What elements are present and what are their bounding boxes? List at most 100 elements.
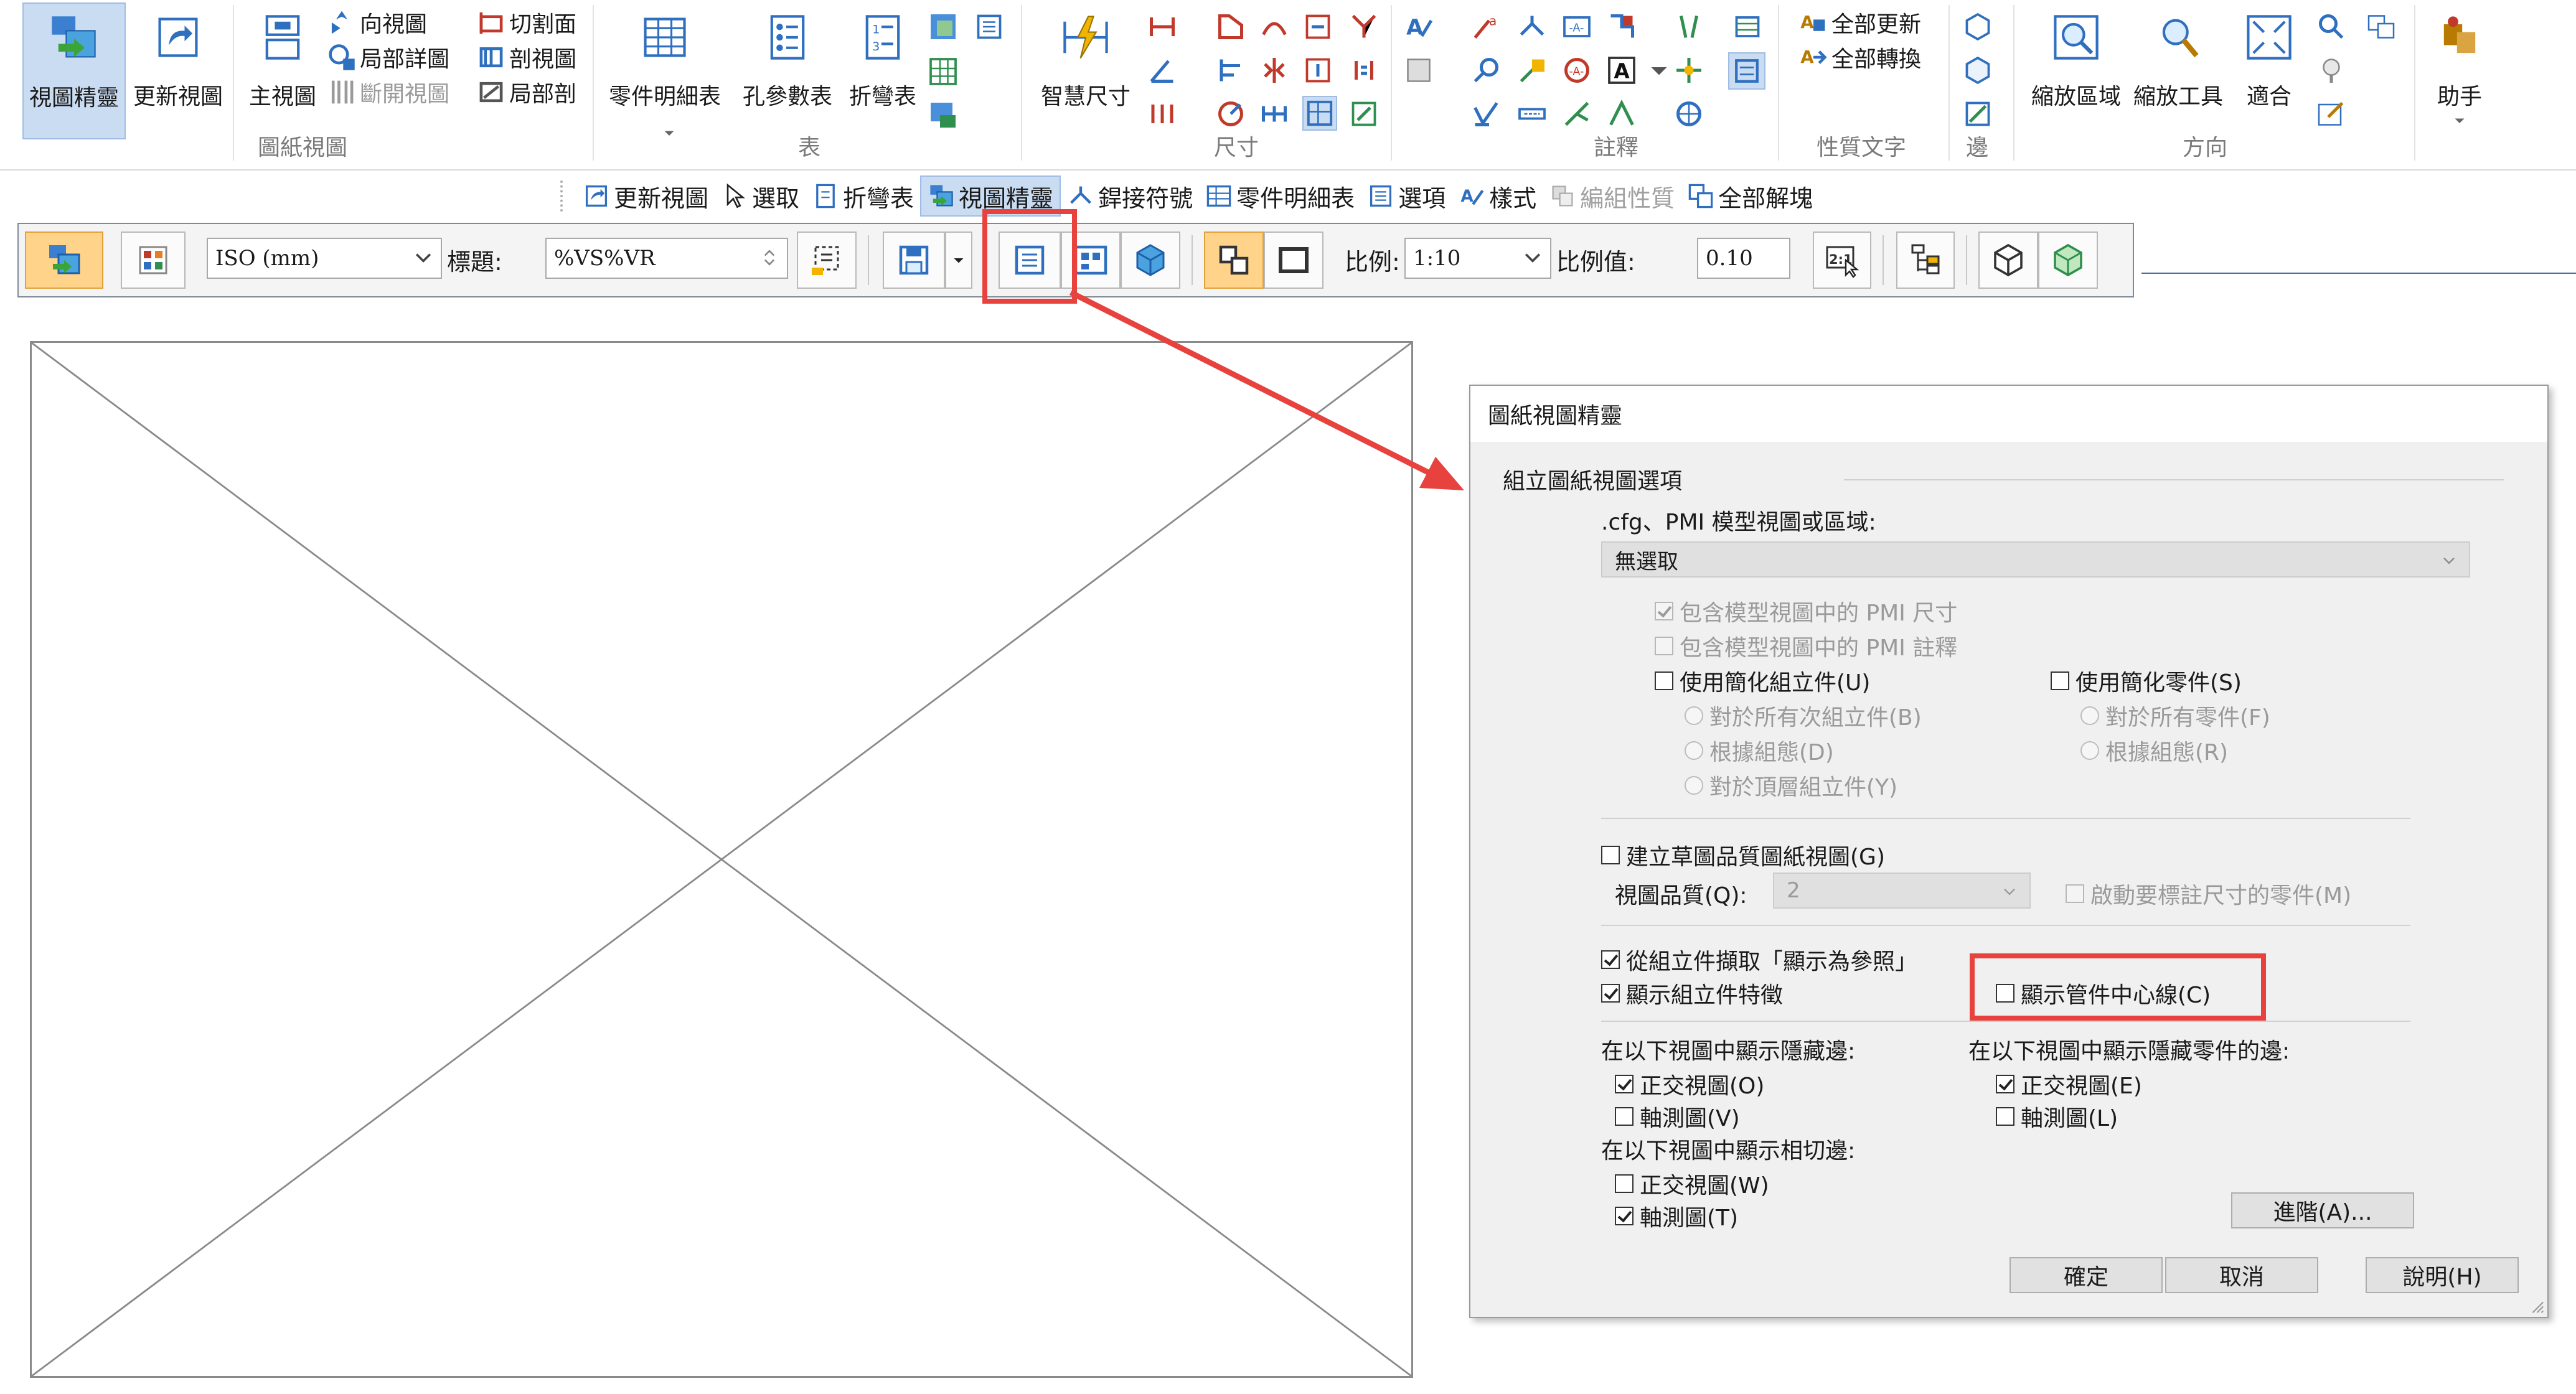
centerline-icon[interactable] <box>1673 55 1704 86</box>
list-table-icon[interactable] <box>974 11 1005 42</box>
fit-button[interactable]: 適合 <box>2229 2 2310 137</box>
detail-view-button[interactable]: 局部詳圖 <box>327 41 449 73</box>
multiple-views-button[interactable] <box>1204 232 1264 289</box>
simplified-part-checkbox[interactable]: 使用簡化零件(S) <box>2051 665 2242 697</box>
draft-quality-checkbox[interactable]: 建立草圖品質圖紙視圖(G) <box>1601 839 1885 871</box>
single-view-button[interactable] <box>1264 232 1323 289</box>
dropdown-arrow-icon[interactable] <box>1643 55 1675 86</box>
datum-feature-icon[interactable] <box>1516 55 1548 86</box>
update-all-button[interactable]: A 全部更新 <box>1799 6 1921 39</box>
activate-parts-checkbox[interactable]: 啟動要標註尺寸的零件(M) <box>2066 877 2351 910</box>
assistant-button[interactable]: 助手 <box>2422 2 2498 137</box>
radio-by-config-left[interactable]: 根據組態(D) <box>1685 734 1834 767</box>
save-settings-dropdown[interactable] <box>945 232 972 289</box>
radio-all-subassemblies[interactable]: 對於所有次組立件(B) <box>1685 699 1922 732</box>
cmd-style[interactable]: A 樣式 <box>1452 177 1543 215</box>
chain-dimension-icon[interactable] <box>1259 98 1290 129</box>
text-style-icon[interactable]: A <box>1403 11 1434 42</box>
weld-symbol-icon[interactable] <box>1516 11 1548 42</box>
hole-callout-icon[interactable] <box>1516 98 1548 129</box>
radio-by-config-right[interactable]: 根據組態(R) <box>2080 734 2228 767</box>
show-edge-icon[interactable] <box>1962 11 1993 42</box>
zoom-area-button[interactable]: 縮放區域 <box>2021 2 2132 137</box>
pmi-dimensions-checkbox[interactable]: 包含模型視圖中的 PMI 尺寸 <box>1655 595 1957 627</box>
zoom-tool-button[interactable]: 縮放工具 <box>2132 2 2225 137</box>
scale-pick-button[interactable]: 2:1 <box>1813 232 1871 289</box>
dimension-palette-button[interactable] <box>1302 96 1337 131</box>
bom-button[interactable]: 零件明細表 <box>604 2 726 137</box>
ordinate-dimension-icon[interactable] <box>1147 98 1178 129</box>
view-tree-button[interactable] <box>1896 232 1955 289</box>
view-options-button[interactable] <box>121 232 186 289</box>
dimension-align-icon[interactable] <box>1348 98 1380 129</box>
radial-dimension-icon[interactable] <box>1215 98 1246 129</box>
pmi-notes-checkbox[interactable]: 包含模型視圖中的 PMI 註釋 <box>1655 630 1957 662</box>
caption-input[interactable]: %VS%VR <box>545 238 788 279</box>
broken-out-section-button[interactable]: 局部剖 <box>477 76 576 108</box>
command-bar-grip[interactable] <box>560 180 570 212</box>
radio-top-level[interactable]: 對於頂層組立件(Y) <box>1685 769 1897 802</box>
gtol-icon[interactable]: -A- <box>1561 55 1592 86</box>
cancel-button[interactable]: 取消 <box>2165 1257 2318 1293</box>
shaded-cube-button[interactable] <box>2038 232 2098 289</box>
view-quality-select[interactable]: 2 <box>1773 872 2031 909</box>
cmd-ungroup-all[interactable]: 全部解塊 <box>1681 177 1819 215</box>
datum-target-icon[interactable]: -A- <box>1561 11 1592 42</box>
cmd-select[interactable]: 選取 <box>715 177 806 215</box>
scale-select[interactable]: 1:10 <box>1404 238 1551 279</box>
view-windows-icon[interactable] <box>2366 11 2397 42</box>
3d-view-button[interactable] <box>1121 232 1180 289</box>
update-views-button[interactable]: 更新視圖 <box>128 2 228 137</box>
view-wizard-button[interactable]: 視圖精靈 <box>22 2 126 139</box>
simplified-assembly-checkbox[interactable]: 使用簡化組立件(U) <box>1655 665 1870 697</box>
caption-format-button[interactable] <box>797 232 857 289</box>
hidden-edges-orthographic-checkbox[interactable]: 正交視圖(O) <box>1615 1068 1764 1100</box>
sketch-view-icon[interactable] <box>2316 98 2347 129</box>
ok-button[interactable]: 確定 <box>2010 1257 2163 1293</box>
wireframe-cube-button[interactable] <box>1978 232 2038 289</box>
radio-all-parts[interactable]: 對於所有零件(F) <box>2080 699 2270 732</box>
toolbar-view-wizard-button[interactable] <box>25 232 103 289</box>
edge-display-icon[interactable] <box>1962 98 1993 129</box>
annotation-palette-button[interactable] <box>1728 52 1765 90</box>
weld-table-icon[interactable] <box>928 100 959 131</box>
hidden-part-isometric-checkbox[interactable]: 軸測圖(L) <box>1996 1100 2118 1133</box>
tangent-edges-isometric-checkbox[interactable]: 軸測圖(T) <box>1615 1200 1738 1232</box>
auto-dimension-icon[interactable] <box>1348 11 1380 42</box>
show-as-reference-checkbox[interactable]: 從組立件擷取「顯示為參照」 <box>1601 943 1917 976</box>
hole-table-button[interactable]: 孔參數表 <box>735 2 840 137</box>
cmd-update-views[interactable]: 更新視圖 <box>576 177 715 215</box>
arc-length-icon[interactable] <box>1259 11 1290 42</box>
cmd-options[interactable]: 選項 <box>1361 177 1452 215</box>
symmetric-dimension-icon[interactable] <box>1259 55 1290 86</box>
area-hatch-icon[interactable] <box>1673 98 1704 129</box>
smart-dimension-button[interactable]: 智慧尺寸 <box>1031 2 1140 137</box>
principal-view-button[interactable]: 主視圖 <box>239 2 326 137</box>
advanced-button[interactable]: 進階(A)... <box>2231 1192 2414 1228</box>
cmd-group-properties[interactable]: 編組性質 <box>1543 177 1681 215</box>
hide-edge-icon[interactable] <box>1962 55 1993 86</box>
angle-dimension-icon[interactable] <box>1147 55 1178 86</box>
cmd-bend-table[interactable]: 折彎表 <box>806 177 920 215</box>
chamfer-dimension-icon[interactable] <box>1215 11 1246 42</box>
hidden-part-orthographic-checkbox[interactable]: 正交視圖(E) <box>1996 1068 2142 1100</box>
auxiliary-view-button[interactable]: 向視圖 <box>327 6 427 39</box>
scale-value-input[interactable]: 0.10 <box>1697 238 1790 279</box>
section-plane-button[interactable]: 切割面 <box>477 6 576 39</box>
multi-jog-leader-icon[interactable] <box>1606 98 1637 129</box>
save-settings-button[interactable] <box>883 232 945 289</box>
resize-grip-icon[interactable] <box>2527 1297 2545 1314</box>
cmd-weld-symbol[interactable]: 銲接符號 <box>1061 177 1199 215</box>
hidden-edges-isometric-checkbox[interactable]: 軸測圖(V) <box>1615 1100 1740 1133</box>
baseline-dimension-icon[interactable] <box>1215 55 1246 86</box>
cosmetic-thread-icon[interactable] <box>1561 98 1592 129</box>
bend-table-button[interactable]: 13 折彎表 <box>844 2 921 137</box>
section-view-button[interactable]: 剖視圖 <box>477 41 576 73</box>
note-icon[interactable]: a <box>1470 11 1502 42</box>
pan-icon[interactable] <box>2316 55 2347 86</box>
cmd-bom[interactable]: 零件明細表 <box>1199 177 1361 215</box>
standard-select[interactable]: ISO (mm) <box>207 238 442 279</box>
horizontal-dimension-icon[interactable] <box>1302 11 1333 42</box>
text-box-icon[interactable]: A <box>1606 55 1637 86</box>
format-painter-icon[interactable] <box>1403 55 1434 86</box>
